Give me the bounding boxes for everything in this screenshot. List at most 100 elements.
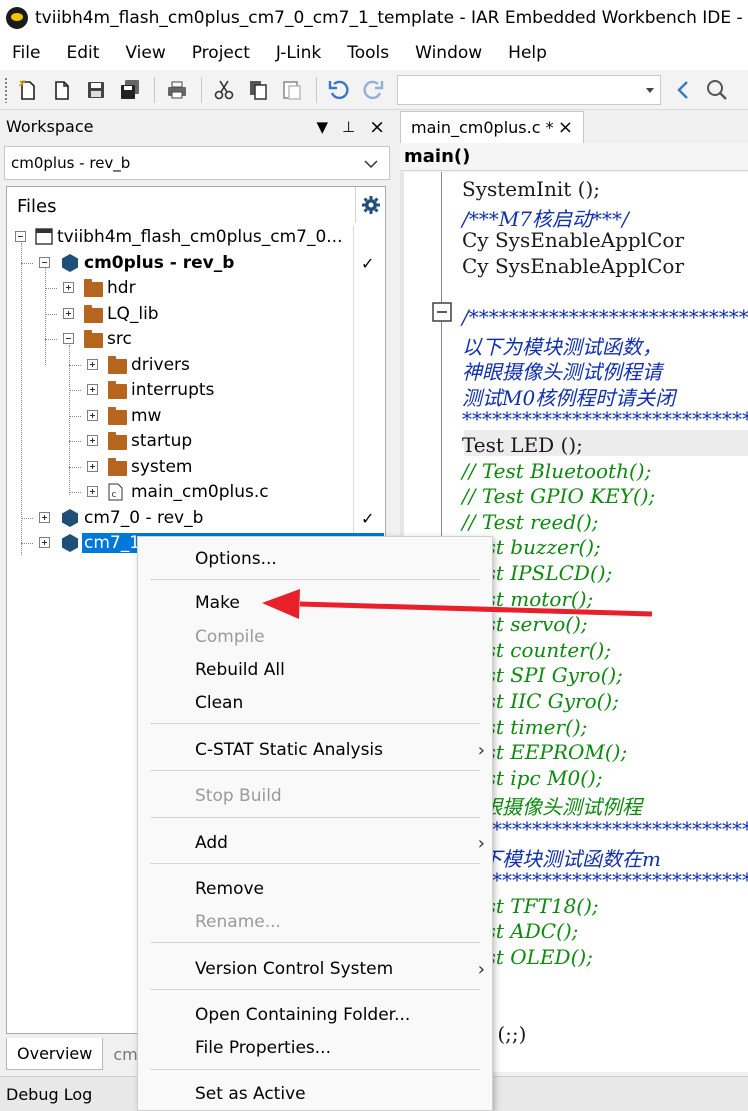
menu-item-file-properties[interactable]: File Properties... [195,1033,485,1063]
expand-icon[interactable] [63,308,74,319]
search-icon[interactable] [703,76,731,104]
tree-label: main_cm0plus.c [131,482,269,502]
folder-icon [84,305,103,323]
collapse-icon[interactable] [63,333,74,344]
menu-item-make[interactable]: Make [195,588,485,618]
code-line: // Test GPIO KEY(); [462,484,656,509]
close-icon[interactable]: × [369,116,385,138]
menu-jlink[interactable]: J-Link [263,43,334,63]
menu-item-label: Stop Build [195,786,282,806]
menu-separator [150,817,480,818]
expand-icon[interactable] [87,461,98,472]
code-line: SystemInit (); [462,177,601,201]
title-bar: tviibh4m_flash_cm0plus_cm7_0_cm7_1_templ… [0,0,748,36]
expand-icon[interactable] [87,486,98,497]
tab-overview[interactable]: Overview [6,1038,104,1070]
gear-icon[interactable] [355,187,385,223]
code-line: 以下为模块测试函数， [462,334,662,359]
menu-view[interactable]: View [112,43,178,63]
expand-icon[interactable] [87,359,98,370]
menu-item-version-control-system[interactable]: Version Control System › [195,954,485,984]
menu-help[interactable]: Help [495,43,560,63]
dropdown-icon[interactable]: ▼ [316,118,328,136]
menu-project[interactable]: Project [179,43,263,63]
menu-item-options[interactable]: Options... [195,544,485,574]
collapse-icon[interactable] [15,231,26,242]
tree-item-hdr[interactable]: hdr [7,276,352,300]
paste-icon[interactable] [278,76,306,104]
code-line: ***************************** [462,817,748,841]
menu-tools[interactable]: Tools [334,43,402,63]
expand-icon[interactable] [39,537,50,548]
ide-window: tviibh4m_flash_cm0plus_cm7_0_cm7_1_templ… [0,0,748,1111]
tree-item-system[interactable]: system [7,455,352,479]
tree-item-lq-lib[interactable]: LQ_lib [7,302,352,326]
menu-item-label: C-STAT Static Analysis [195,740,384,760]
menu-item-label: Rebuild All [195,660,285,680]
expand-icon[interactable] [87,435,98,446]
menu-item-remove[interactable]: Remove [195,874,485,904]
workspace-icon [35,228,53,245]
expand-icon[interactable] [63,282,74,293]
menu-window[interactable]: Window [402,43,495,63]
menu-edit[interactable]: Edit [53,43,112,63]
menu-item-add[interactable]: Add › [195,828,485,858]
tree-item-cm7-0[interactable]: cm7_0 - rev_b ✓ [7,506,385,530]
pin-icon[interactable]: ⊥ [342,118,355,136]
function-navigator[interactable]: main() [400,143,748,171]
tree-item-src[interactable]: src [7,327,352,351]
workspace-header: Workspace ▼ ⊥ × [0,111,393,141]
tree-item-interrupts[interactable]: interrupts [7,378,352,402]
print-icon[interactable] [163,76,191,104]
undo-icon[interactable] [325,76,353,104]
folder-icon [108,458,127,476]
close-icon[interactable]: × [558,117,573,138]
menu-file[interactable]: File [0,43,53,63]
menu-item-rebuild-all[interactable]: Rebuild All [195,655,485,685]
menu-item-label: Version Control System [195,959,394,979]
tree-item-startup[interactable]: startup [7,429,352,453]
menu-item-clean[interactable]: Clean [195,688,485,718]
code-line: /***M7核启动***/ [462,206,629,231]
new-file-icon[interactable] [14,76,42,104]
tree-label: mw [131,406,162,426]
expand-icon[interactable] [87,410,98,421]
menu-item-set-as-active[interactable]: Set as Active [195,1079,485,1109]
tree-item-mw[interactable]: mw [7,404,352,428]
collapse-icon[interactable] [39,257,50,268]
save-all-icon[interactable] [116,76,144,104]
tab-main-cm0plus[interactable]: main_cm0plus.c * × [400,111,584,143]
toolbar-combo[interactable] [397,74,661,105]
menu-item-open-containing-folder[interactable]: Open Containing Folder... [195,1000,485,1030]
tree-item-drivers[interactable]: drivers [7,353,352,377]
configuration-select[interactable]: cm0plus - rev_b [4,146,390,180]
save-icon[interactable] [82,76,110,104]
menu-separator [150,942,480,943]
chevron-down-icon [363,156,379,174]
new-doc-icon[interactable] [48,76,76,104]
expand-icon[interactable] [39,512,50,523]
editor-tabs: main_cm0plus.c * × [400,111,748,143]
toolbar-separator [154,76,155,103]
cut-icon[interactable] [210,76,238,104]
expand-icon[interactable] [87,384,98,395]
redo-icon[interactable] [359,76,387,104]
menu-item-label: Compile [195,627,265,647]
tree-label: interrupts [131,380,215,400]
back-arrow-icon[interactable] [669,76,697,104]
tree-item-cm0plus[interactable]: cm0plus - rev_b ✓ [7,251,385,275]
project-hexagon-icon [62,254,78,272]
function-name: main() [404,146,471,167]
toolbar-grip[interactable] [4,76,8,103]
tree-item-main-file[interactable]: c main_cm0plus.c [7,480,352,504]
tree-item-root[interactable]: tviibh4m_flash_cm0plus_cm7_0... [7,225,352,249]
toolbar-separator [201,76,202,103]
copy-icon[interactable] [244,76,272,104]
files-header-label: Files [17,195,57,217]
toolbar-separator [316,76,317,103]
menu-separator [150,770,480,771]
menu-item-c-stat-static-analysis[interactable]: C-STAT Static Analysis › [195,735,485,765]
fold-collapse-icon[interactable] [432,302,452,322]
folder-icon [108,432,127,450]
folder-icon [108,356,127,374]
